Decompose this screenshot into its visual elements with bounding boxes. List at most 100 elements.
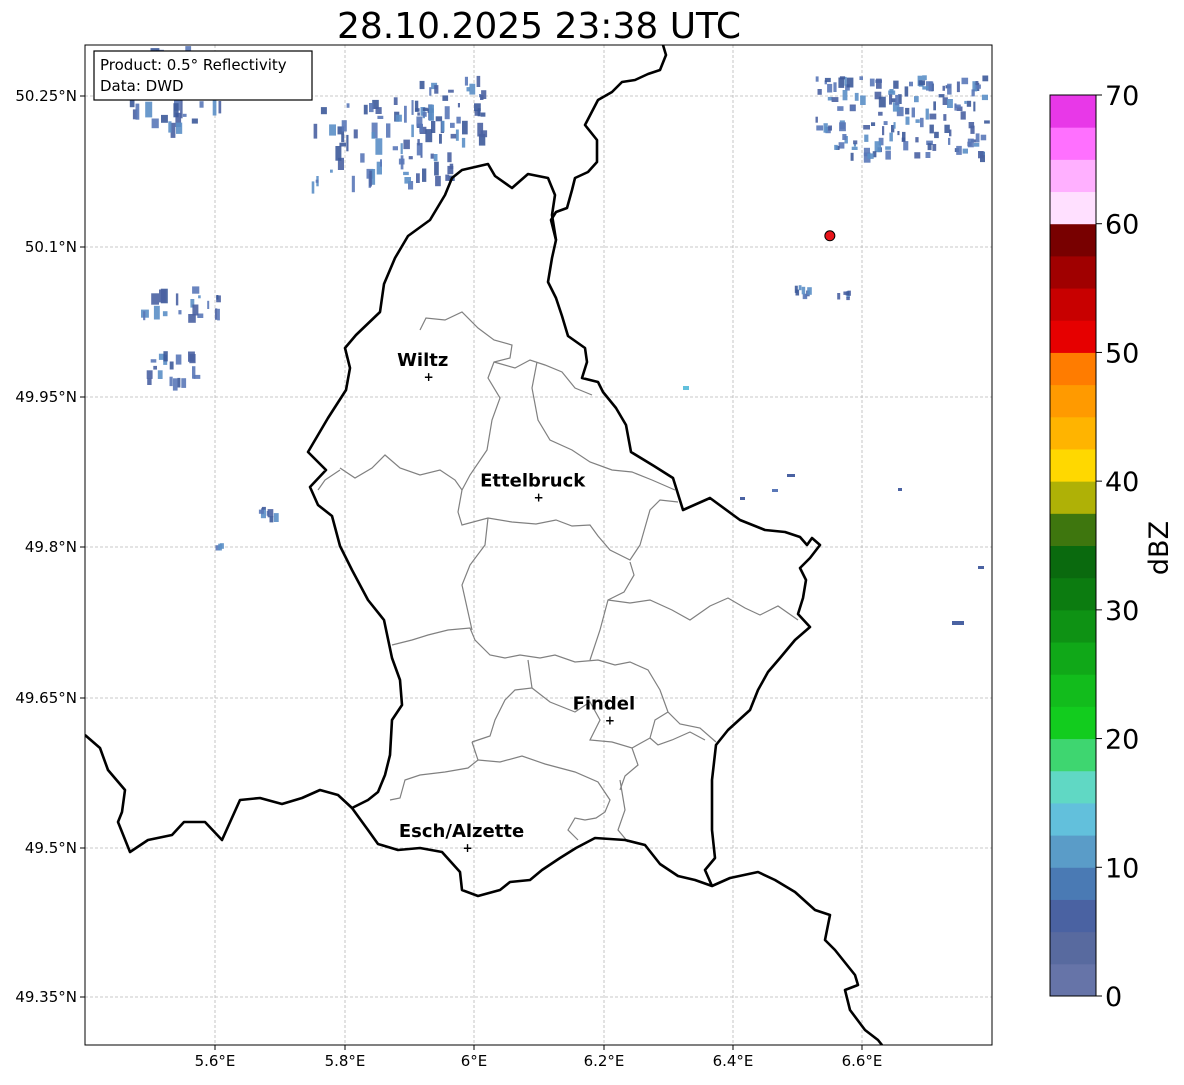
- place-marker: +: [605, 714, 615, 728]
- echo-cell: [445, 174, 450, 181]
- echo-cell: [150, 359, 157, 363]
- echo-cell: [476, 75, 481, 87]
- echo-cell: [447, 152, 452, 163]
- echo-cell: [480, 95, 484, 100]
- echo-cell: [860, 95, 866, 105]
- echo-cell: [416, 116, 423, 127]
- echo-cell: [462, 120, 468, 135]
- echo-cell: [145, 101, 153, 118]
- place-marker: +: [462, 841, 472, 855]
- echo-cell: [422, 111, 427, 117]
- echo-cell: [842, 134, 847, 140]
- colorbar-band: [1050, 931, 1096, 965]
- echo-cell: [815, 116, 818, 123]
- echo-cell: [335, 146, 342, 161]
- colorbar-band: [1050, 802, 1096, 836]
- echo-cell: [903, 141, 909, 151]
- echo-cell: [173, 103, 179, 118]
- map-title: 28.10.2025 23:38 UTC: [337, 6, 741, 47]
- colorbar-tick-label: 50: [1105, 338, 1139, 369]
- colorbar-band: [1050, 255, 1096, 289]
- echo-cell: [878, 96, 886, 108]
- echo-cell: [351, 175, 355, 193]
- echo-cell: [422, 168, 427, 182]
- echo-cell: [320, 107, 327, 115]
- colorbar-band: [1050, 288, 1096, 321]
- echo-cell: [683, 386, 689, 390]
- echo-cell: [973, 101, 976, 112]
- echo-cell: [188, 351, 195, 362]
- echo-cell: [175, 354, 182, 365]
- echo-cell: [869, 78, 875, 87]
- echo-cell: [434, 85, 439, 94]
- echo-cell: [431, 121, 436, 133]
- echo-cell: [962, 148, 968, 154]
- echo-cell: [329, 124, 336, 136]
- echo-cell: [180, 100, 183, 119]
- echo-cell: [404, 177, 411, 184]
- echo-cell: [978, 566, 984, 569]
- echo-cell: [181, 378, 187, 388]
- echo-cell: [151, 293, 159, 305]
- echo-cell: [403, 171, 409, 176]
- echo-cell: [925, 152, 931, 158]
- place-label: Findel: [573, 694, 636, 715]
- echo-cell: [922, 75, 927, 81]
- echo-cell: [982, 75, 989, 82]
- echo-cell: [922, 86, 929, 90]
- echo-cell: [947, 83, 952, 95]
- echo-cell: [346, 134, 349, 152]
- echo-cell: [837, 293, 841, 300]
- echo-cell: [831, 97, 839, 102]
- echo-cell: [833, 82, 837, 92]
- echo-cell: [192, 286, 200, 294]
- echo-cell: [973, 143, 980, 147]
- echo-cell: [457, 103, 460, 108]
- echo-cell: [893, 80, 899, 89]
- place-label: Esch/Alzette: [399, 821, 524, 842]
- echo-cell: [801, 286, 806, 295]
- echo-cell: [455, 129, 459, 141]
- echo-cell: [444, 106, 450, 120]
- place-marker: +: [534, 490, 544, 504]
- colorbar-band: [1050, 448, 1096, 482]
- echo-cell: [927, 143, 932, 151]
- colorbar-band: [1050, 320, 1096, 353]
- colorbar-band: [1050, 867, 1096, 900]
- echo-cell: [448, 89, 454, 93]
- lon-tick-label: 6.6°E: [842, 1052, 883, 1070]
- echo-cell: [163, 351, 168, 362]
- echo-cell: [934, 131, 939, 139]
- echo-cell: [816, 125, 824, 131]
- echo-cell: [909, 81, 913, 87]
- echo-cell: [207, 300, 210, 309]
- colorbar-band: [1050, 159, 1096, 193]
- echo-cell: [178, 310, 182, 315]
- echo-cell: [159, 289, 166, 303]
- echo-cell: [441, 120, 445, 132]
- echo-cell: [469, 83, 476, 95]
- lat-tick-label: 49.65°N: [15, 689, 77, 707]
- echo-cell: [851, 146, 858, 150]
- echo-cell: [850, 152, 854, 161]
- echo-cell: [853, 140, 858, 145]
- echo-cell: [363, 104, 368, 115]
- echo-cell: [878, 111, 883, 116]
- echo-cell: [375, 107, 382, 114]
- echo-cell: [212, 99, 217, 116]
- colorbar-tick-label: 20: [1105, 725, 1139, 756]
- echo-cell: [369, 103, 374, 113]
- echo-cell: [429, 87, 432, 96]
- place-marker: +: [424, 370, 434, 384]
- echo-cell: [975, 133, 980, 143]
- colorbar-label: dBZ: [1144, 521, 1175, 575]
- colorbar: 0 10 20 30 40 50 60 70 dBZ: [1049, 81, 1175, 1013]
- echo-cell: [882, 126, 885, 136]
- lon-tick-label: 5.8°E: [325, 1052, 366, 1070]
- echo-cell: [850, 105, 855, 111]
- echo-cell: [787, 474, 795, 477]
- echo-cell: [952, 621, 964, 625]
- echo-cell: [273, 513, 279, 522]
- echo-cell: [981, 94, 988, 101]
- colorbar-band: [1050, 545, 1096, 579]
